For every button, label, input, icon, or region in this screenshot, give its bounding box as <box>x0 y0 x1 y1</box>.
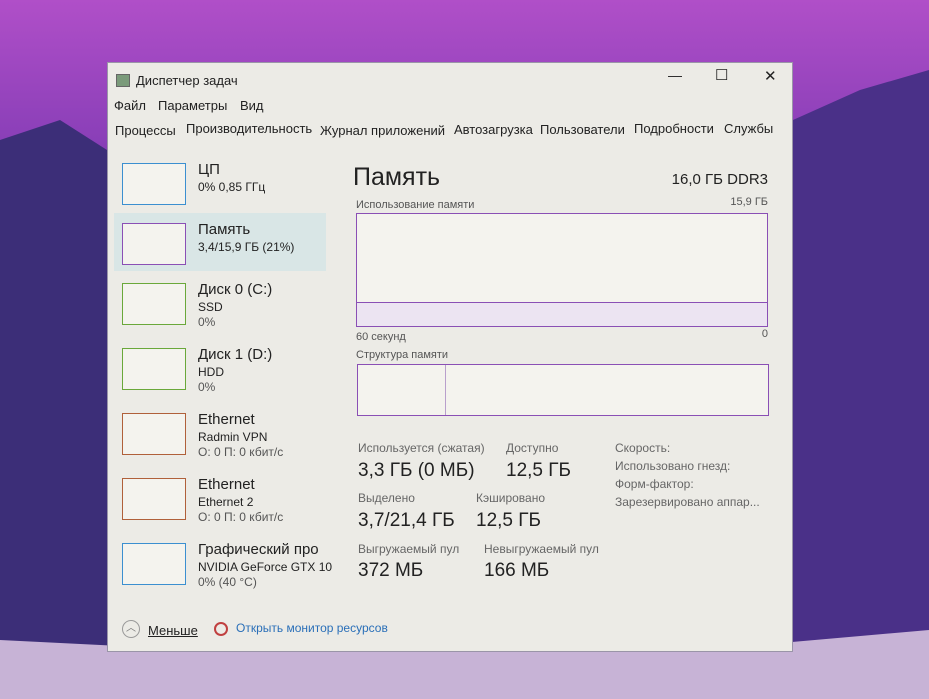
maximize-button[interactable]: ☐ <box>715 66 728 84</box>
stat-value: 12,5 ГБ <box>476 510 542 531</box>
sidebar-item-sub: SSD <box>198 300 223 314</box>
fewer-details-button[interactable]: Меньше <box>148 623 198 638</box>
sidebar-thumbnail-graph <box>122 478 186 520</box>
minimize-button[interactable]: — <box>668 67 682 83</box>
sidebar-item-sub: HDD <box>198 365 224 379</box>
usage-max: 15,9 ГБ <box>730 196 768 208</box>
sidebar-thumbnail-graph <box>122 348 186 390</box>
sidebar-item[interactable]: ЦП 0% 0,85 ГГц <box>114 159 326 217</box>
sidebar-item[interactable]: Диск 0 (C:) SSD 0% <box>114 279 326 337</box>
stat-label: Доступно <box>506 441 559 455</box>
sidebar-item-sub: 3,4/15,9 ГБ (21%) <box>198 240 295 254</box>
page-title: Память <box>353 163 441 191</box>
stat-label: Кэшировано <box>476 491 546 505</box>
sidebar-item-sub: 0% 0,85 ГГц <box>198 180 266 194</box>
sidebar-item-name: ЦП <box>198 161 220 178</box>
stat-value: 12,5 ГБ <box>506 460 572 481</box>
menu-view[interactable]: Вид <box>240 98 264 113</box>
sidebar-item-sub: Ethernet 2 <box>198 495 254 509</box>
sidebar-item-status: 0% <box>198 380 216 394</box>
open-resource-monitor-link[interactable]: Открыть монитор ресурсов <box>236 621 388 635</box>
sidebar-item-sub: NVIDIA GeForce GTX 10 <box>198 560 333 574</box>
tab-app-history[interactable]: Журнал приложений <box>320 123 445 138</box>
sidebar-item-name: Ethernet <box>198 476 255 493</box>
sidebar-item-name: Графический про <box>198 541 319 558</box>
memory-spec: 16,0 ГБ DDR3 <box>671 171 768 188</box>
menu-file[interactable]: Файл <box>114 98 146 113</box>
prop-form-factor: Форм-фактор: <box>615 477 694 491</box>
sidebar-item[interactable]: Графический про NVIDIA GeForce GTX 10 0%… <box>114 539 332 597</box>
sidebar-thumbnail-graph <box>122 223 186 265</box>
sidebar-item[interactable]: Память 3,4/15,9 ГБ (21%) <box>114 219 326 277</box>
chevron-up-icon[interactable]: ︿ <box>122 620 140 638</box>
sidebar-thumbnail-graph <box>122 413 186 455</box>
stat-value: 372 МБ <box>358 560 424 581</box>
usage-fill <box>357 302 767 326</box>
stat-value: 3,3 ГБ (0 МБ) <box>358 460 475 481</box>
stat-value: 3,7/21,4 ГБ <box>358 510 455 531</box>
tab-performance[interactable]: Производительность <box>186 121 312 136</box>
sidebar-item-status: 0% <box>198 315 216 329</box>
sidebar-item-sub: Radmin VPN <box>198 430 268 444</box>
sidebar-item-name: Диск 0 (C:) <box>198 281 273 298</box>
app-icon <box>116 74 130 87</box>
stat-label: Невыгружаемый пул <box>484 542 599 556</box>
sidebar-item[interactable]: Ethernet Ethernet 2 О: 0 П: 0 кбит/с <box>114 474 326 532</box>
sidebar-item[interactable]: Диск 1 (D:) HDD 0% <box>114 344 326 402</box>
time-label: 60 секунд <box>356 331 406 343</box>
tab-users[interactable]: Пользователи <box>540 122 625 137</box>
close-button[interactable]: ✕ <box>764 67 777 85</box>
menu-options[interactable]: Параметры <box>158 98 227 113</box>
structure-label: Структура памяти <box>356 349 449 361</box>
sidebar-item-name: Ethernet <box>198 411 255 428</box>
prop-slots: Использовано гнезд: <box>615 459 731 473</box>
memory-usage-graph <box>356 213 768 327</box>
usage-label: Использование памяти <box>356 199 475 211</box>
sidebar-item-name: Память <box>198 221 251 238</box>
sidebar-item[interactable]: Ethernet Radmin VPN О: 0 П: 0 кбит/с <box>114 409 326 467</box>
structure-divider <box>445 365 446 415</box>
tab-processes[interactable]: Процессы <box>115 123 176 138</box>
sidebar-item-status: О: 0 П: 0 кбит/с <box>198 445 284 459</box>
sidebar-thumbnail-graph <box>122 163 186 205</box>
sidebar-thumbnail-graph <box>122 283 186 325</box>
sidebar-item-status: 0% (40 °C) <box>198 575 257 589</box>
task-manager-window: Диспетчер задач — ☐ ✕ Файл Параметры Вид… <box>107 62 793 652</box>
sidebar-item-name: Диск 1 (D:) <box>198 346 273 363</box>
tab-startup[interactable]: Автозагрузка <box>454 122 533 137</box>
stat-label: Выгружаемый пул <box>358 542 460 556</box>
stat-label: Используется (сжатая) <box>358 441 485 455</box>
window-title: Диспетчер задач <box>136 73 238 88</box>
prop-speed: Скорость: <box>615 441 671 455</box>
sidebar-item-status: О: 0 П: 0 кбит/с <box>198 510 284 524</box>
memory-structure-bar <box>357 364 769 416</box>
prop-reserved: Зарезервировано аппар... <box>615 495 760 509</box>
sidebar-thumbnail-graph <box>122 543 186 585</box>
tab-services[interactable]: Службы <box>724 121 773 136</box>
resource-monitor-icon <box>214 622 228 636</box>
stat-label: Выделено <box>358 491 415 505</box>
time-min: 0 <box>761 328 768 340</box>
tab-details[interactable]: Подробности <box>634 121 714 136</box>
stat-value: 166 МБ <box>484 560 550 581</box>
